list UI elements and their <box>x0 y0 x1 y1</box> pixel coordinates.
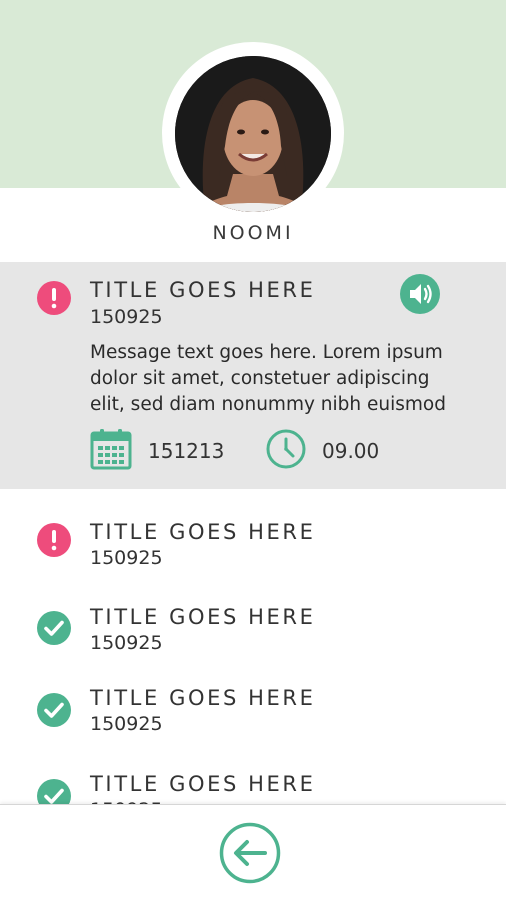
message-text: Message text goes here. Lorem ipsum dolo… <box>90 342 446 415</box>
avatar-image <box>175 56 331 212</box>
item-title: TITLE GOES HERE <box>90 520 316 544</box>
item-date: 150925 <box>90 306 163 328</box>
check-icon <box>37 693 71 727</box>
list-item[interactable] <box>0 505 506 585</box>
alert-icon <box>37 281 71 315</box>
arrow-left-icon[interactable] <box>219 822 281 884</box>
time-value: 09.00 <box>322 439 380 463</box>
item-date: 150925 <box>90 632 163 654</box>
list-item[interactable] <box>0 672 506 752</box>
item-title: TITLE GOES HERE <box>90 772 316 796</box>
avatar[interactable] <box>175 56 331 212</box>
item-title: TITLE GOES HERE <box>90 278 316 302</box>
list-item[interactable] <box>0 590 506 670</box>
item-date: 150925 <box>90 713 163 735</box>
check-icon <box>37 611 71 645</box>
alert-icon <box>37 523 71 557</box>
item-title: TITLE GOES HERE <box>90 686 316 710</box>
item-title: TITLE GOES HERE <box>90 605 316 629</box>
item-date: 150925 <box>90 547 163 569</box>
calendar-icon <box>90 429 132 470</box>
user-name: NOOMI <box>212 222 294 244</box>
calendar-value: 151213 <box>148 439 225 463</box>
speaker-icon[interactable] <box>400 274 440 314</box>
clock-icon <box>266 429 306 469</box>
